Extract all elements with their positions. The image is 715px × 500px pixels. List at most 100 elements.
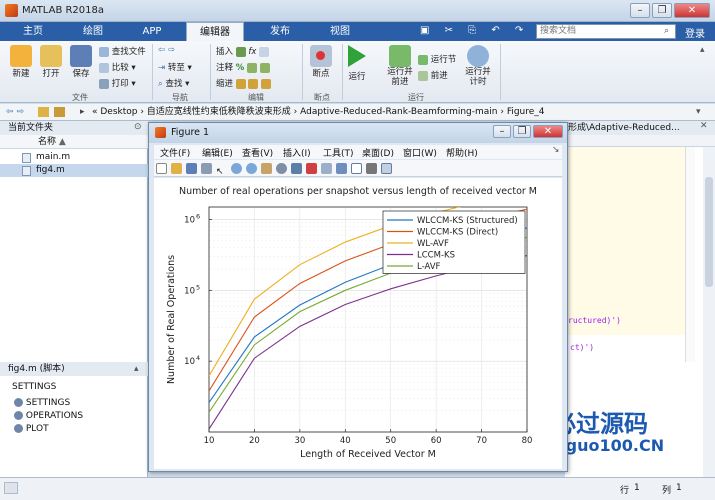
menu-dock-icon[interactable]: ↘ bbox=[552, 145, 560, 155]
tab-publish[interactable]: 发布 bbox=[254, 22, 306, 41]
save-label: 保存 bbox=[72, 69, 90, 79]
pan-icon[interactable] bbox=[261, 163, 272, 174]
collapse-ribbon-icon[interactable]: ▴ bbox=[700, 45, 705, 55]
print-figure-icon[interactable] bbox=[201, 163, 212, 174]
menu-window[interactable]: 窗口(W) bbox=[403, 146, 437, 159]
indent-left-icon bbox=[261, 78, 272, 89]
run-icon bbox=[348, 45, 366, 67]
link-icon[interactable] bbox=[321, 163, 332, 174]
menu-desktop[interactable]: 桌面(D) bbox=[362, 146, 394, 159]
print-button[interactable]: 打印 ▾ bbox=[99, 77, 136, 89]
folder-up-icon[interactable] bbox=[38, 107, 49, 117]
comment-button[interactable]: 注释 % bbox=[216, 61, 270, 73]
search-icon[interactable]: ⌕ bbox=[664, 26, 669, 36]
panel-menu-icon[interactable]: ⊙ bbox=[134, 122, 142, 132]
tab-view[interactable]: 视图 bbox=[316, 22, 364, 41]
menu-tools[interactable]: 工具(T) bbox=[323, 146, 354, 159]
line-chart: Number of real operations per snapshot v… bbox=[166, 186, 537, 460]
zoom-in-icon[interactable] bbox=[231, 163, 242, 174]
menu-edit[interactable]: 编辑(E) bbox=[202, 146, 233, 159]
menu-file[interactable]: 文件(F) bbox=[160, 146, 190, 159]
open-file-icon[interactable] bbox=[171, 163, 182, 174]
search-input[interactable]: 搜索文档 bbox=[536, 24, 676, 39]
figure-close-button[interactable]: ✕ bbox=[533, 125, 563, 138]
menu-insert[interactable]: 插入(I) bbox=[283, 146, 311, 159]
insert-button[interactable]: 插入 fx bbox=[216, 45, 270, 57]
file-item-main[interactable]: main.m bbox=[0, 151, 148, 164]
indent-right-icon bbox=[248, 78, 259, 89]
indent-button[interactable]: 缩进 bbox=[216, 77, 272, 89]
run-group-label: 运行 bbox=[408, 93, 424, 102]
legend-icon[interactable] bbox=[351, 163, 362, 174]
close-button[interactable]: ✕ bbox=[674, 3, 710, 18]
compare-button[interactable]: 比较 ▾ bbox=[99, 61, 136, 73]
run-section-button[interactable]: 运行节 bbox=[418, 53, 456, 65]
tab-editor[interactable]: 编辑器 bbox=[186, 22, 244, 41]
section-label: SETTINGS bbox=[25, 398, 71, 408]
col-label: 列 bbox=[662, 486, 672, 496]
tab-plots[interactable]: 绘图 bbox=[68, 22, 118, 41]
run-label: 运行 bbox=[348, 72, 366, 82]
data-cursor-icon[interactable] bbox=[291, 163, 302, 174]
y-tick-label: 10 bbox=[184, 357, 195, 367]
open-button[interactable]: 打开 bbox=[40, 45, 62, 79]
nav-arrows-icon[interactable]: ⇦⇨ bbox=[6, 104, 27, 120]
y-tick-exponent: 6 bbox=[196, 212, 200, 220]
find-files-button[interactable]: 查找文件 bbox=[99, 45, 146, 57]
tab-home[interactable]: 主页 bbox=[12, 22, 54, 41]
address-dropdown-icon[interactable]: ▾ bbox=[696, 104, 701, 120]
group-divider bbox=[342, 44, 343, 100]
app-title: MATLAB R2018a bbox=[22, 5, 105, 16]
new-button[interactable]: 新建 bbox=[10, 45, 32, 79]
folder-open-icon bbox=[40, 45, 62, 67]
scroll-thumb[interactable] bbox=[705, 177, 713, 287]
pointer-icon[interactable]: ↖ bbox=[216, 167, 227, 178]
section-item[interactable]: OPERATIONS bbox=[14, 411, 83, 421]
goto-button[interactable]: ⇥ 转至 ▾ bbox=[158, 61, 192, 73]
run-advance-button[interactable]: 运行并 前进 bbox=[385, 45, 415, 87]
brush-icon[interactable] bbox=[306, 163, 317, 174]
save-figure-icon[interactable] bbox=[186, 163, 197, 174]
figure-maximize-button[interactable]: ❐ bbox=[513, 125, 531, 138]
figure-minimize-button[interactable]: – bbox=[493, 125, 511, 138]
section-item[interactable]: PLOT bbox=[14, 424, 49, 434]
save-button[interactable]: 保存 bbox=[70, 45, 92, 79]
breadcrumb[interactable]: « Desktop › 自适应宽线性约束低秩降秩波束形成 › Adaptive-… bbox=[92, 104, 545, 120]
advance-button[interactable]: 前进 bbox=[418, 69, 448, 81]
details-heading: SETTINGS bbox=[12, 382, 57, 392]
zoom-out-icon[interactable] bbox=[246, 163, 257, 174]
details-collapse-icon[interactable]: ▴ bbox=[134, 364, 139, 374]
back-forward-buttons[interactable]: ⇦ ⇨ bbox=[158, 45, 175, 55]
show-plot-tools-icon[interactable] bbox=[381, 163, 392, 174]
find-files-icon bbox=[99, 46, 109, 57]
run-time-button[interactable]: 运行并 计时 bbox=[463, 45, 493, 87]
run-button[interactable]: 运行 bbox=[348, 45, 366, 82]
new-label: 新建 bbox=[12, 69, 30, 79]
breakpoints-button[interactable]: 断点 bbox=[310, 45, 332, 79]
details-title: fig4.m (脚本) bbox=[0, 362, 148, 376]
menu-view[interactable]: 查看(V) bbox=[242, 146, 273, 159]
run-advance-label: 运行并 前进 bbox=[387, 67, 413, 87]
name-column-header[interactable]: 名称 ▲ bbox=[0, 135, 148, 149]
colorbar-icon[interactable] bbox=[336, 163, 347, 174]
editor-close-icon[interactable]: ✕ bbox=[700, 121, 708, 131]
editor-scrollbar[interactable] bbox=[703, 147, 715, 362]
find-button[interactable]: ⌕ 查找 ▾ bbox=[158, 77, 189, 89]
current-folder-title: 当前文件夹 bbox=[0, 121, 148, 135]
rotate-icon[interactable] bbox=[276, 163, 287, 174]
breakpoints-label: 断点 bbox=[312, 69, 330, 79]
legend-label: L-AVF bbox=[417, 262, 441, 272]
y-tick-exponent: 4 bbox=[196, 354, 200, 362]
section-item[interactable]: SETTINGS bbox=[14, 398, 70, 408]
browse-folder-icon[interactable] bbox=[54, 107, 65, 117]
new-figure-icon[interactable] bbox=[156, 163, 167, 174]
chart-legend: WLCCM-KS (Structured) WLCCM-KS (Direct)WL… bbox=[382, 210, 526, 274]
file-item-fig4[interactable]: fig4.m bbox=[0, 164, 148, 177]
tab-apps[interactable]: APP bbox=[128, 22, 176, 41]
command-scrollbar[interactable] bbox=[703, 362, 715, 477]
login-link[interactable]: 登录 bbox=[685, 25, 705, 40]
minimize-button[interactable]: – bbox=[630, 3, 650, 18]
menu-help[interactable]: 帮助(H) bbox=[446, 146, 478, 159]
hide-plot-tools-icon[interactable] bbox=[366, 163, 377, 174]
maximize-button[interactable]: ❐ bbox=[652, 3, 672, 18]
